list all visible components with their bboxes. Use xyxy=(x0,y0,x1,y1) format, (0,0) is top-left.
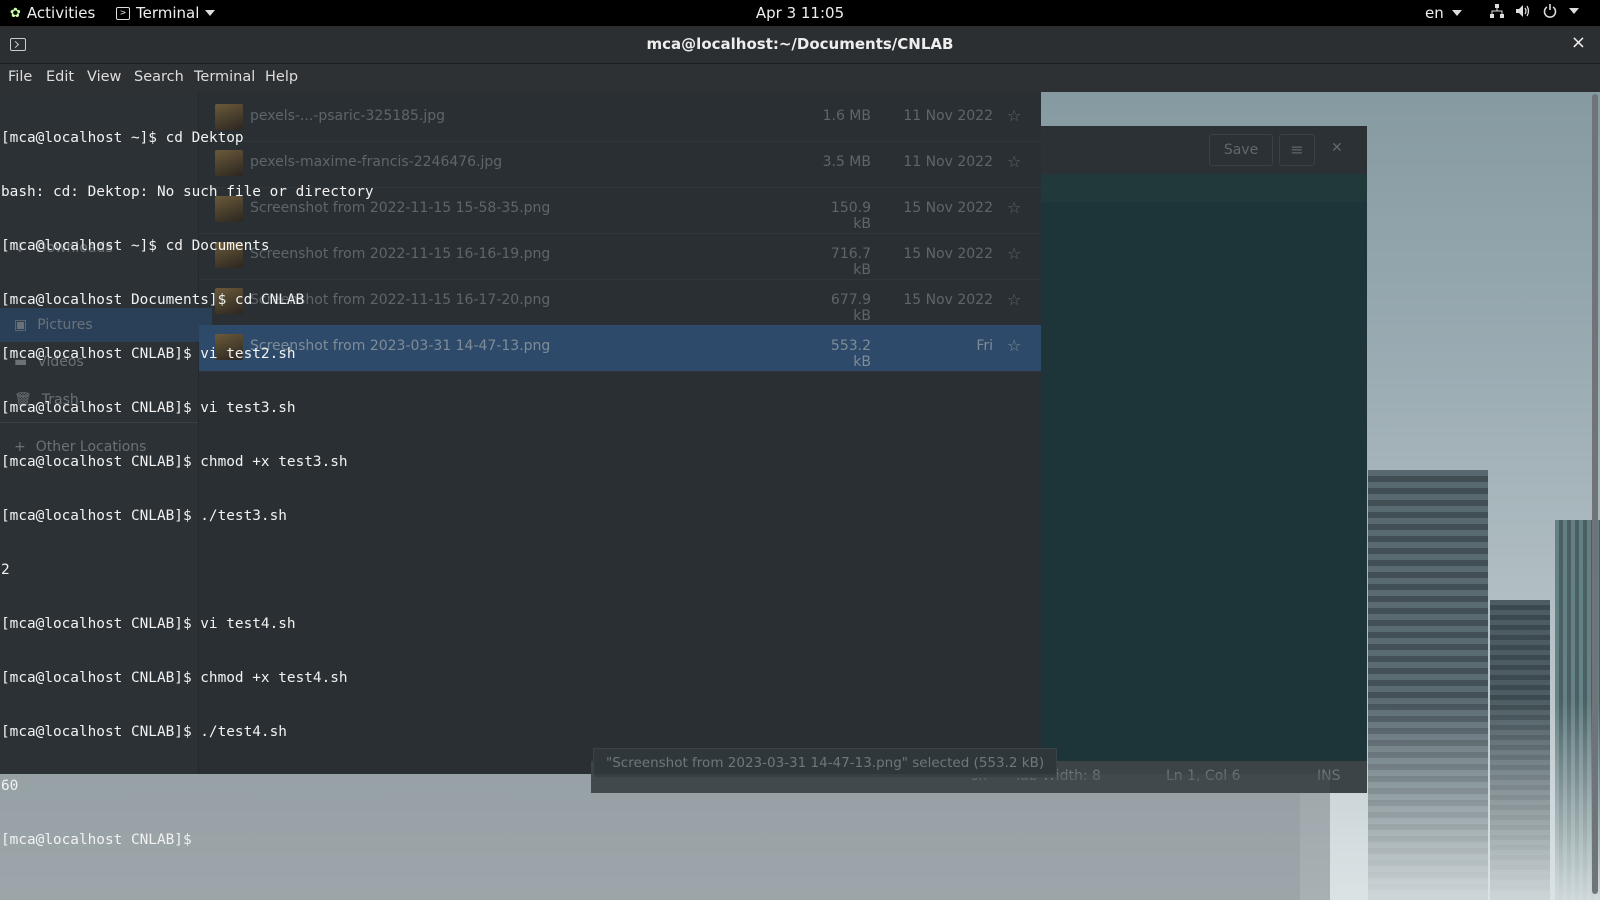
menu-file[interactable]: File xyxy=(8,69,32,85)
gnome-foot-icon: ✿ xyxy=(10,5,21,21)
terminal-line: [mca@localhost CNLAB]$ vi test4.sh xyxy=(1,616,296,632)
terminal-titlebar: mca@localhost:~/Documents/CNLAB × xyxy=(0,26,1600,64)
terminal-line: 60 xyxy=(1,778,19,794)
menu-view[interactable]: View xyxy=(87,69,121,85)
menu-help[interactable]: Help xyxy=(265,69,298,85)
activities-label: Activities xyxy=(26,4,96,22)
top-bar: ✿ Activities > Terminal Apr 3 11:05 en xyxy=(0,0,1600,26)
terminal-scrollbar[interactable] xyxy=(1592,94,1598,894)
terminal-line: [mca@localhost CNLAB]$ chmod +x test3.sh xyxy=(1,454,348,470)
terminal-line: 2 xyxy=(1,562,10,578)
terminal-line: [mca@localhost Documents]$ cd CNLAB xyxy=(1,292,305,308)
terminal-line: [mca@localhost CNLAB]$ ./test4.sh xyxy=(1,724,287,740)
power-icon xyxy=(1543,4,1557,18)
terminal-prompt-line: [mca@localhost CNLAB]$ xyxy=(1,832,201,848)
menu-terminal[interactable]: Terminal xyxy=(194,69,255,85)
chevron-down-icon xyxy=(1569,8,1579,14)
terminal-line: [mca@localhost CNLAB]$ ./test3.sh xyxy=(1,508,287,524)
menu-search[interactable]: Search xyxy=(134,69,184,85)
activities-button[interactable]: ✿ Activities xyxy=(10,4,95,22)
terminal-line: [mca@localhost ~]$ cd Documents xyxy=(1,238,270,254)
terminal-line: bash: cd: Dektop: No such file or direct… xyxy=(1,184,374,200)
close-window-button[interactable]: × xyxy=(1571,32,1586,53)
input-language-button[interactable]: en xyxy=(1425,4,1462,22)
app-menu-button[interactable]: > Terminal xyxy=(116,4,216,22)
menu-bar: File Edit View Search Terminal Help xyxy=(0,64,1600,92)
terminal-icon: > xyxy=(116,6,130,20)
menu-edit[interactable]: Edit xyxy=(46,69,74,85)
app-menu-label: Terminal xyxy=(136,4,200,22)
volume-icon xyxy=(1516,5,1530,17)
clock-button[interactable]: Apr 3 11:05 xyxy=(756,4,844,22)
terminal-line: [mca@localhost ~]$ cd Dektop xyxy=(1,130,244,146)
terminal-line: [mca@localhost CNLAB]$ vi test2.sh xyxy=(1,346,296,362)
network-icon xyxy=(1490,4,1504,18)
chevron-down-icon xyxy=(205,10,216,16)
terminal-line: [mca@localhost CNLAB]$ vi test3.sh xyxy=(1,400,296,416)
chevron-down-icon xyxy=(1451,10,1462,16)
terminal-line: [mca@localhost CNLAB]$ chmod +x test4.sh xyxy=(1,670,348,686)
system-menu-button[interactable] xyxy=(1490,4,1579,18)
input-language-label: en xyxy=(1425,4,1444,22)
window-title: mca@localhost:~/Documents/CNLAB xyxy=(646,35,954,53)
terminal-text[interactable]: [mca@localhost ~]$ cd Dektop bash: cd: D… xyxy=(1,93,374,867)
